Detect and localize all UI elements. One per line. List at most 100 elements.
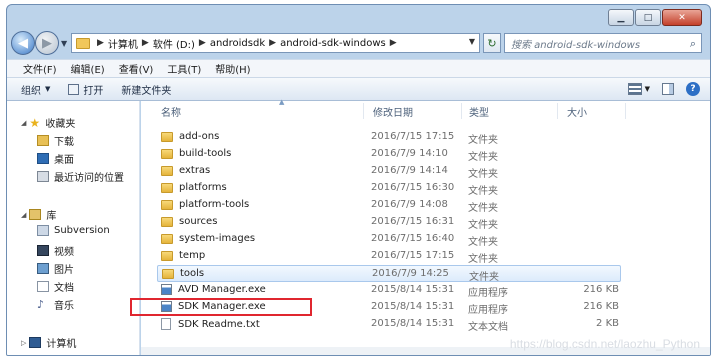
nav-favorites[interactable]: ◢ ★ 收藏夹 <box>21 115 75 131</box>
chevron-right-icon[interactable]: ▶ <box>390 38 397 48</box>
file-row[interactable]: SDK Readme.txt 2015/8/14 15:31 文本文档 2 KB <box>157 316 621 333</box>
file-type: 文件夹 <box>469 272 499 283</box>
column-header-name[interactable]: ▲ 名称 <box>161 98 361 121</box>
minimize-button[interactable]: ▁ <box>608 9 634 26</box>
file-date: 2016/7/15 17:15 <box>371 131 455 142</box>
view-dropdown-icon[interactable]: ▼ <box>645 85 650 93</box>
file-name-cell: extras <box>161 165 210 176</box>
address-bar[interactable]: ▶ 计算机 ▶ 软件 (D:) ▶ androidsdk ▶ android-s… <box>71 33 480 53</box>
file-row[interactable]: AVD Manager.exe 2015/8/14 15:31 应用程序 216 KB <box>157 282 621 299</box>
new-folder-label: 新建文件夹 <box>121 85 172 97</box>
file-name-cell: platforms <box>161 182 227 193</box>
search-input[interactable]: 搜索 android-sdk-windows ⌕ <box>504 33 702 53</box>
file-row[interactable]: build-tools 2016/7/9 14:10 文件夹 <box>157 146 621 163</box>
folder-icon <box>161 131 173 142</box>
file-type: 文件夹 <box>468 237 498 248</box>
nav-documents[interactable]: 文档 <box>37 279 74 294</box>
file-name: platforms <box>179 182 227 193</box>
file-row[interactable]: add-ons 2016/7/15 17:15 文件夹 <box>157 129 621 146</box>
nav-music-label: 音乐 <box>54 301 74 312</box>
file-name: AVD Manager.exe <box>178 284 266 295</box>
column-divider[interactable] <box>363 103 364 119</box>
nav-desktop[interactable]: 桌面 <box>37 151 74 166</box>
file-type: 文件夹 <box>468 254 498 265</box>
breadcrumb-drive[interactable]: 软件 (D:) <box>153 36 195 51</box>
file-type: 文本文档 <box>468 322 508 333</box>
forward-button[interactable]: ▶ <box>35 31 59 55</box>
file-type: 文件夹 <box>468 186 498 197</box>
menu-view[interactable]: 查看(V) <box>119 61 154 76</box>
app-icon <box>161 284 172 295</box>
file-type: 文件夹 <box>468 169 498 180</box>
menu-bar: 文件(F) 编辑(E) 查看(V) 工具(T) 帮助(H) <box>7 59 710 77</box>
recent-pages-dropdown[interactable]: ▼ <box>61 39 67 48</box>
column-header-type[interactable]: 类型 <box>469 101 559 121</box>
file-type: 文件夹 <box>468 152 498 163</box>
menu-file[interactable]: 文件(F) <box>23 61 57 76</box>
menu-help[interactable]: 帮助(H) <box>215 61 250 76</box>
file-row[interactable]: platforms 2016/7/15 16:30 文件夹 <box>157 180 621 197</box>
chevron-right-icon[interactable]: ▶ <box>199 38 206 48</box>
refresh-button[interactable]: ↻ <box>483 33 501 53</box>
chevron-right-icon[interactable]: ▶ <box>97 38 104 48</box>
collapse-icon[interactable]: ▷ <box>21 339 26 347</box>
column-divider[interactable] <box>461 103 462 119</box>
nav-computer[interactable]: ▷ 计算机 <box>21 335 76 350</box>
chevron-right-icon[interactable]: ▶ <box>269 38 276 48</box>
breadcrumb-androidsdk[interactable]: androidsdk <box>210 38 265 49</box>
nav-videos[interactable]: 视频 <box>37 243 74 258</box>
file-name-cell: add-ons <box>161 131 219 142</box>
preview-pane-icon[interactable] <box>662 83 674 95</box>
file-row[interactable]: tools 2016/7/9 14:25 文件夹 <box>157 265 621 283</box>
back-button[interactable]: ◀ <box>11 31 35 55</box>
organize-button[interactable]: 组织 ▼ <box>21 82 50 97</box>
file-row[interactable]: system-images 2016/7/15 16:40 文件夹 <box>157 231 621 248</box>
file-name: platform-tools <box>179 199 250 210</box>
nav-downloads[interactable]: 下载 <box>37 133 74 148</box>
video-icon <box>37 245 49 256</box>
open-button[interactable]: 打开 <box>68 82 103 97</box>
maximize-button[interactable]: □ <box>635 9 661 26</box>
file-row[interactable]: sources 2016/7/15 16:31 文件夹 <box>157 214 621 231</box>
search-icon[interactable]: ⌕ <box>690 37 696 51</box>
column-divider[interactable] <box>625 103 626 119</box>
music-icon: ♪ <box>37 297 45 311</box>
file-date: 2016/7/9 14:10 <box>371 148 448 159</box>
breadcrumb-android-sdk-windows[interactable]: android-sdk-windows <box>280 38 386 49</box>
menu-edit[interactable]: 编辑(E) <box>71 61 105 76</box>
column-header-date[interactable]: 修改日期 <box>373 101 463 121</box>
nav-libraries[interactable]: ◢ 库 <box>21 207 56 222</box>
nav-pictures[interactable]: 图片 <box>37 261 74 276</box>
nav-subversion[interactable]: Subversion <box>37 225 110 236</box>
folder-icon <box>162 268 174 279</box>
download-folder-icon <box>37 135 49 146</box>
file-type: 文件夹 <box>468 203 498 214</box>
nav-music[interactable]: ♪ 音乐 <box>37 297 74 313</box>
file-name: extras <box>179 165 211 176</box>
file-name: tools <box>180 268 205 279</box>
expand-icon[interactable]: ◢ <box>21 211 26 219</box>
file-row[interactable]: platform-tools 2016/7/9 14:08 文件夹 <box>157 197 621 214</box>
nav-recent[interactable]: 最近访问的位置 <box>37 169 124 184</box>
file-row[interactable]: temp 2016/7/15 17:15 文件夹 <box>157 248 621 265</box>
column-divider[interactable] <box>557 103 558 119</box>
file-date: 2016/7/15 16:40 <box>371 233 455 244</box>
open-icon <box>68 83 80 95</box>
file-name-cell: platform-tools <box>161 199 249 210</box>
column-date-label: 修改日期 <box>373 107 413 119</box>
expand-icon[interactable]: ◢ <box>21 119 26 127</box>
close-button[interactable]: ✕ <box>662 9 702 26</box>
chevron-right-icon[interactable]: ▶ <box>142 38 149 48</box>
help-icon[interactable]: ? <box>686 82 700 96</box>
view-details-icon[interactable] <box>627 83 642 95</box>
file-date: 2016/7/9 14:25 <box>372 268 449 279</box>
library-icon <box>29 209 42 220</box>
breadcrumb-computer[interactable]: 计算机 <box>108 36 138 51</box>
address-dropdown-icon[interactable]: ▼ <box>469 37 475 46</box>
file-type: 文件夹 <box>468 135 498 146</box>
nav-desktop-label: 桌面 <box>54 155 74 166</box>
file-row[interactable]: extras 2016/7/9 14:14 文件夹 <box>157 163 621 180</box>
new-folder-button[interactable]: 新建文件夹 <box>121 82 171 97</box>
column-header-size[interactable]: 大小 <box>567 101 627 121</box>
menu-tools[interactable]: 工具(T) <box>167 61 201 76</box>
